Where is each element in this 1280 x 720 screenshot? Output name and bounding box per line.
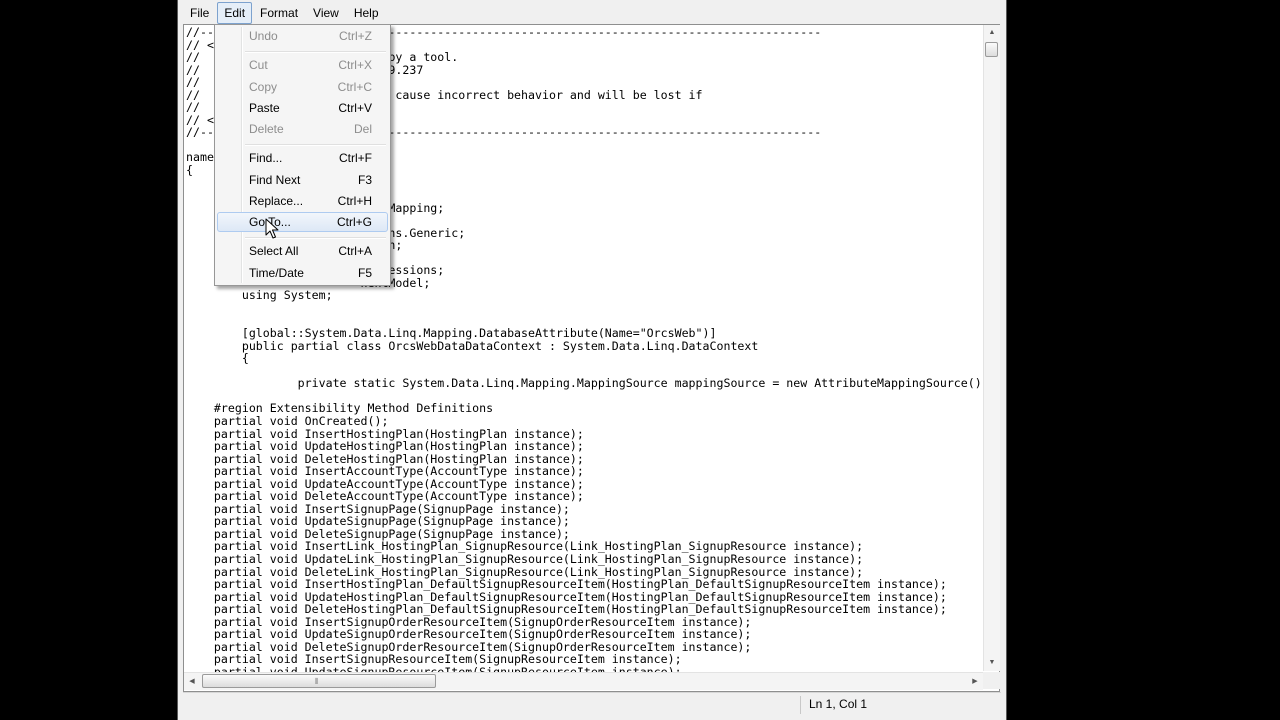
menu-item-shortcut: F5 [357, 266, 372, 280]
cursor-position: Ln 1, Col 1 [809, 697, 868, 711]
menu-file[interactable]: File [183, 2, 216, 24]
menu-item-label: Find... [249, 151, 283, 165]
code-line: partial void OnCreated(); [186, 413, 389, 428]
menu-item-label: Undo [249, 29, 278, 43]
menu-item-select-all[interactable]: Select All Ctrl+A [217, 241, 388, 261]
vertical-scrollbar[interactable]: ▲ ▼ [983, 25, 1000, 671]
menu-format[interactable]: Format [253, 2, 305, 24]
code-line: partial void UpdateHostingPlan(HostingPl… [186, 439, 584, 454]
code-line: partial void UpdateSignupPage(SignupPage… [186, 514, 570, 529]
menu-item-shortcut: F3 [357, 173, 372, 187]
menu-item-shortcut: Ctrl+F [339, 151, 372, 165]
code-line: private static System.Data.Linq.Mapping.… [186, 376, 984, 391]
status-divider [800, 696, 801, 714]
code-line: partial void UpdateLink_HostingPlan_Sign… [186, 551, 864, 566]
menu-item-label: Replace... [249, 194, 304, 208]
menu-item-shortcut: Del [353, 122, 372, 136]
menu-item-label: Cut [249, 58, 268, 72]
code-line: partial void DeleteHostingPlan_DefaultSi… [186, 602, 947, 617]
menu-bar: File Edit Format View Help [183, 2, 1001, 24]
menu-item-replace[interactable]: Replace... Ctrl+H [217, 191, 388, 211]
code-line: partial void DeleteAccountType(AccountTy… [186, 489, 584, 504]
menu-item-find-next[interactable]: Find Next F3 [217, 170, 388, 190]
scroll-down-arrow-icon[interactable]: ▼ [984, 655, 1000, 671]
horizontal-scrollbar[interactable]: ◀ ⦀ ▶ [184, 672, 983, 690]
menu-item-shortcut: Ctrl+Z [339, 29, 372, 43]
horizontal-scroll-thumb[interactable]: ⦀ [202, 674, 436, 688]
menu-item-shortcut: Ctrl+H [337, 194, 372, 208]
menu-item-shortcut: Ctrl+C [337, 80, 372, 94]
scroll-right-arrow-icon[interactable]: ▶ [967, 673, 983, 690]
menu-help[interactable]: Help [347, 2, 386, 24]
scrollbar-corner [983, 672, 1000, 689]
menu-item-shortcut: Ctrl+G [336, 215, 372, 229]
menu-item-label: Delete [249, 122, 284, 136]
menu-item-go-to[interactable]: Go To... Ctrl+G [217, 212, 388, 232]
menu-item-shortcut: Ctrl+X [338, 58, 372, 72]
code-line: partial void InsertHostingPlan_DefaultSi… [186, 577, 947, 592]
menu-view[interactable]: View [306, 2, 346, 24]
code-line: partial void UpdateSignupOrderResourceIt… [186, 627, 752, 642]
menu-separator [245, 144, 386, 146]
menu-item-time-date[interactable]: Time/Date F5 [217, 263, 388, 283]
menu-item-shortcut: Ctrl+A [338, 244, 372, 258]
menu-item-find[interactable]: Find... Ctrl+F [217, 148, 388, 168]
menu-item-shortcut: Ctrl+V [338, 101, 372, 115]
code-line: partial void InsertAccountType(AccountTy… [186, 464, 584, 479]
menu-item-label: Copy [249, 80, 278, 94]
menu-item-label: Paste [249, 101, 280, 115]
scroll-left-arrow-icon[interactable]: ◀ [184, 673, 200, 690]
scroll-up-arrow-icon[interactable]: ▲ [984, 25, 1000, 41]
status-bar: Ln 1, Col 1 [183, 692, 1001, 717]
menu-item-paste[interactable]: Paste Ctrl+V [217, 98, 388, 118]
menu-item-delete[interactable]: Delete Del [217, 119, 388, 139]
menu-edit[interactable]: Edit [217, 2, 253, 24]
menu-item-label: Find Next [249, 173, 301, 187]
code-line: using System; [186, 288, 333, 303]
mouse-pointer-icon [265, 218, 279, 239]
scroll-grip-icon: ⦀ [315, 677, 319, 686]
menu-item-cut[interactable]: Cut Ctrl+X [217, 55, 388, 75]
code-line: { [186, 351, 249, 366]
menu-item-label: Select All [249, 244, 299, 258]
code-line: public partial class OrcsWebDataDataCont… [186, 338, 759, 353]
menu-item-undo[interactable]: Undo Ctrl+Z [217, 26, 388, 46]
code-line: [global::System.Data.Linq.Mapping.Databa… [186, 326, 717, 341]
vertical-scroll-thumb[interactable] [985, 42, 998, 57]
menu-item-label: Time/Date [249, 266, 304, 280]
menu-item-copy[interactable]: Copy Ctrl+C [217, 77, 388, 97]
code-line: partial void InsertSignupResourceItem(Si… [186, 652, 682, 667]
edit-menu-dropdown: Undo Ctrl+Z Cut Ctrl+X Copy Ctrl+C Paste… [214, 24, 391, 286]
menu-separator [245, 51, 386, 53]
